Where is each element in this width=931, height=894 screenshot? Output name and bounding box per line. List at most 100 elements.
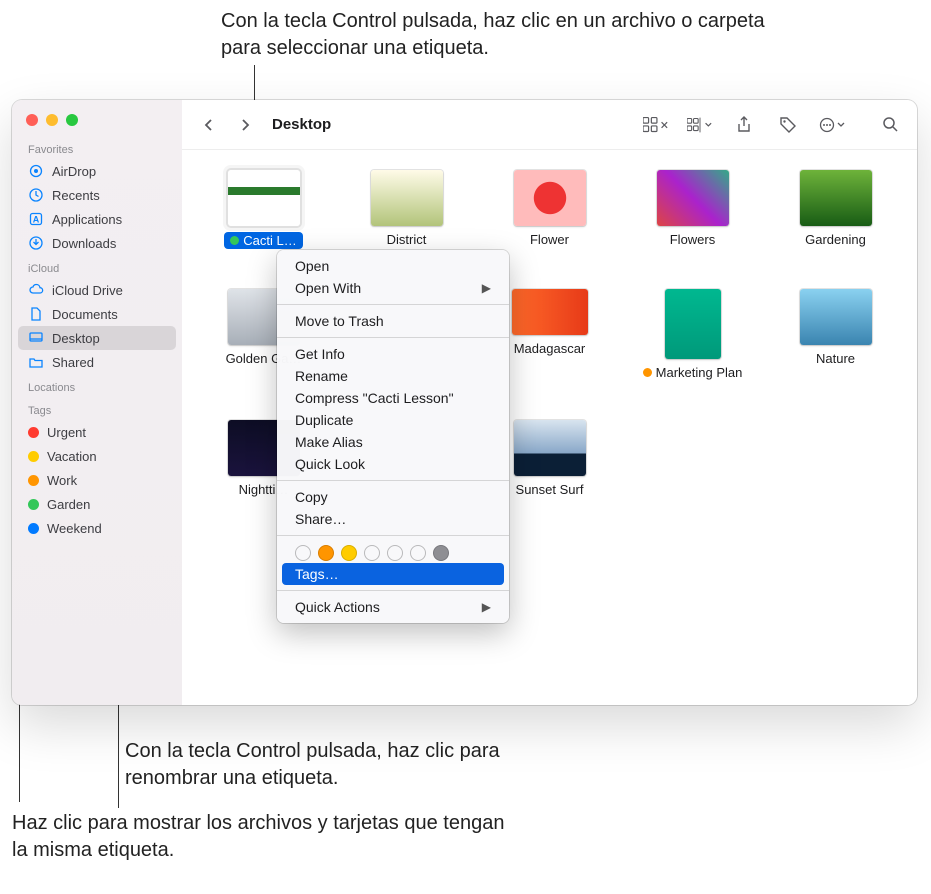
cloud-icon xyxy=(28,282,44,298)
document-icon xyxy=(28,306,44,322)
ctx-tag-color[interactable] xyxy=(295,545,311,561)
ctx-get-info-label: Get Info xyxy=(295,346,345,362)
chevron-right-icon: ▶ xyxy=(482,600,491,614)
ctx-share[interactable]: Share… xyxy=(277,508,509,530)
sidebar-item-recents[interactable]: Recents xyxy=(12,183,182,207)
nav-back-button[interactable] xyxy=(196,113,222,137)
file-item-flowers[interactable]: Flowers xyxy=(621,170,764,249)
window-controls xyxy=(12,110,182,136)
ctx-separator xyxy=(277,535,509,536)
share-button[interactable] xyxy=(731,113,757,137)
ctx-duplicate-label: Duplicate xyxy=(295,412,353,428)
ctx-separator xyxy=(277,480,509,481)
ctx-open-with-label: Open With xyxy=(295,280,361,296)
ctx-get-info[interactable]: Get Info xyxy=(277,343,509,365)
ctx-copy[interactable]: Copy xyxy=(277,486,509,508)
sidebar-item-icloud-drive[interactable]: iCloud Drive xyxy=(12,278,182,302)
sidebar-item-label: Weekend xyxy=(47,521,102,536)
finder-window: Favorites AirDrop Recents A Applications… xyxy=(12,100,917,705)
ctx-tag-color[interactable] xyxy=(318,545,334,561)
ctx-quick-actions[interactable]: Quick Actions ▶ xyxy=(277,596,509,618)
airdrop-icon xyxy=(28,163,44,179)
ctx-tag-color[interactable] xyxy=(433,545,449,561)
file-thumbnail xyxy=(665,289,721,359)
more-button[interactable] xyxy=(819,113,845,137)
file-item-marketing[interactable]: Marketing Plan xyxy=(621,289,764,380)
file-label: Cacti L… xyxy=(224,232,302,249)
close-button[interactable] xyxy=(26,114,38,126)
ctx-trash-label: Move to Trash xyxy=(295,313,384,329)
ctx-duplicate[interactable]: Duplicate xyxy=(277,409,509,431)
clock-icon xyxy=(28,187,44,203)
file-item-cacti[interactable]: Cacti L… xyxy=(192,170,335,249)
ctx-open-with[interactable]: Open With▶ xyxy=(277,277,509,299)
sidebar-tag-vacation[interactable]: Vacation xyxy=(12,444,182,468)
sidebar-item-airdrop[interactable]: AirDrop xyxy=(12,159,182,183)
sidebar-tag-urgent[interactable]: Urgent xyxy=(12,420,182,444)
sidebar-item-downloads[interactable]: Downloads xyxy=(12,231,182,255)
file-label: Sunset Surf xyxy=(516,482,584,497)
toolbar: Desktop xyxy=(182,100,917,150)
ctx-rename[interactable]: Rename xyxy=(277,365,509,387)
sidebar-item-label: AirDrop xyxy=(52,164,96,179)
file-label: Flowers xyxy=(670,232,716,247)
sidebar-item-applications[interactable]: A Applications xyxy=(12,207,182,231)
sidebar-tag-weekend[interactable]: Weekend xyxy=(12,516,182,540)
ctx-tag-color[interactable] xyxy=(410,545,426,561)
nav-forward-button[interactable] xyxy=(232,113,258,137)
ctx-quick-actions-label: Quick Actions xyxy=(295,599,380,615)
ctx-share-label: Share… xyxy=(295,511,346,527)
view-mode-button[interactable] xyxy=(643,113,669,137)
ctx-tags-label: Tags… xyxy=(295,566,339,582)
sidebar-tag-work[interactable]: Work xyxy=(12,468,182,492)
sidebar-item-desktop[interactable]: Desktop xyxy=(18,326,176,350)
ctx-open-label: Open xyxy=(295,258,329,274)
tag-dot-icon xyxy=(28,451,39,462)
sidebar-tag-garden[interactable]: Garden xyxy=(12,492,182,516)
callout-top: Con la tecla Control pulsada, haz clic e… xyxy=(221,8,771,62)
ctx-make-alias[interactable]: Make Alias xyxy=(277,431,509,453)
sidebar-section-icloud: iCloud xyxy=(12,255,182,278)
ctx-copy-label: Copy xyxy=(295,489,328,505)
downloads-icon xyxy=(28,235,44,251)
ctx-quick-look[interactable]: Quick Look xyxy=(277,453,509,475)
sidebar-item-label: Urgent xyxy=(47,425,86,440)
ctx-tag-color[interactable] xyxy=(387,545,403,561)
shared-folder-icon xyxy=(28,354,44,370)
context-menu: Open Open With▶ Move to Trash Get Info R… xyxy=(277,250,509,623)
minimize-button[interactable] xyxy=(46,114,58,126)
tags-button[interactable] xyxy=(775,113,801,137)
content-area[interactable]: Cacti L…DistrictFlowerFlowersGardeningGo… xyxy=(182,150,917,705)
ctx-open[interactable]: Open xyxy=(277,255,509,277)
group-by-button[interactable] xyxy=(687,113,713,137)
sidebar-item-label: Documents xyxy=(52,307,118,322)
sidebar-item-shared[interactable]: Shared xyxy=(12,350,182,374)
sidebar-item-label: Garden xyxy=(47,497,90,512)
window-title: Desktop xyxy=(272,116,331,133)
sidebar-item-label: Applications xyxy=(52,212,122,227)
tag-dot-icon xyxy=(230,236,239,245)
ctx-trash[interactable]: Move to Trash xyxy=(277,310,509,332)
ctx-tags[interactable]: Tags… xyxy=(282,563,504,585)
ctx-compress[interactable]: Compress "Cacti Lesson" xyxy=(277,387,509,409)
ctx-separator xyxy=(277,304,509,305)
file-label: Flower xyxy=(530,232,569,247)
file-thumbnail xyxy=(657,170,729,226)
applications-icon: A xyxy=(28,211,44,227)
file-thumbnail xyxy=(800,289,872,345)
ctx-tag-color[interactable] xyxy=(341,545,357,561)
ctx-quick-look-label: Quick Look xyxy=(295,456,365,472)
sidebar-item-label: Vacation xyxy=(47,449,97,464)
sidebar-item-documents[interactable]: Documents xyxy=(12,302,182,326)
ctx-tag-color[interactable] xyxy=(364,545,380,561)
search-button[interactable] xyxy=(877,113,903,137)
file-item-flower[interactable]: Flower xyxy=(478,170,621,249)
file-item-nature[interactable]: Nature xyxy=(764,289,907,380)
callout-bottom: Haz clic para mostrar los archivos y tar… xyxy=(12,810,512,864)
sidebar: Favorites AirDrop Recents A Applications… xyxy=(12,100,182,705)
file-item-district[interactable]: District xyxy=(335,170,478,249)
file-label: Marketing Plan xyxy=(643,365,743,380)
maximize-button[interactable] xyxy=(66,114,78,126)
sidebar-section-locations: Locations xyxy=(12,374,182,397)
file-item-gardening[interactable]: Gardening xyxy=(764,170,907,249)
